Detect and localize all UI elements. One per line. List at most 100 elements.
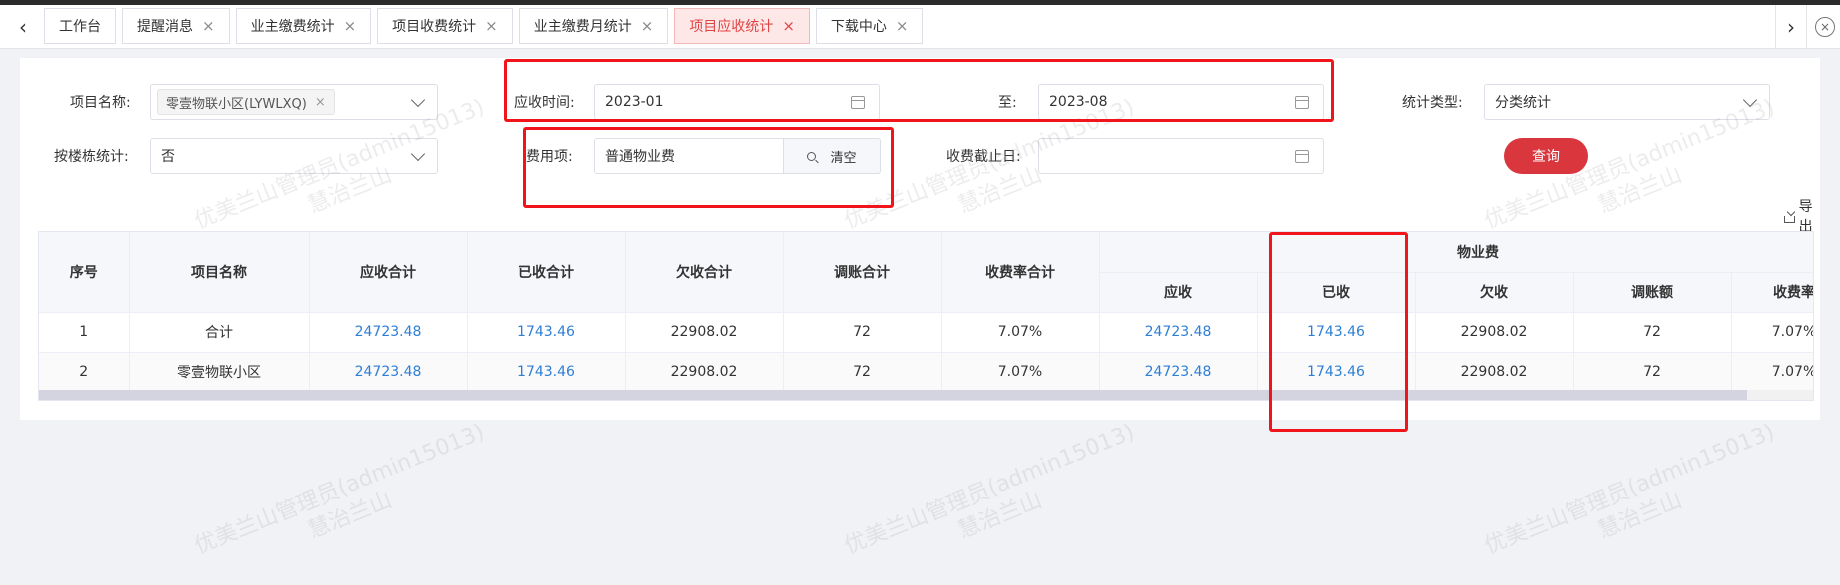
fee-item-picker: 普通物业费 清空 [594,138,881,174]
export-button[interactable]: 导出 [1784,196,1820,236]
tab-download-center[interactable]: 下载中心 × [815,8,924,44]
cell-arrears-total: 22908.02 [625,312,784,353]
close-icon[interactable]: × [641,17,654,35]
chevron-down-icon [410,92,426,107]
receivable-start-value: 2023-01 [605,94,664,110]
tab-reminder-messages[interactable]: 提醒消息 × [122,8,230,44]
header-rate-total: 收费率合计 [941,232,1100,313]
cell-received-total-link[interactable]: 1743.46 [467,312,626,353]
chevron-right-icon: › [1787,15,1795,39]
fee-item-clear-button[interactable]: 清空 [784,138,881,174]
tag-close-icon[interactable]: × [315,95,326,110]
cell-sub-receivable-link[interactable]: 24723.48 [1099,352,1258,393]
by-building-select[interactable]: 否 [150,138,438,174]
horizontal-scrollbar[interactable] [39,390,1813,400]
close-icon[interactable]: × [344,17,357,35]
tab-label: 项目收费统计 [392,19,477,35]
watermark-line2: 慧治兰山 [954,487,1046,544]
receivable-stats-table: 序号 项目名称 应收合计 已收合计 欠收合计 调账合计 收费率合计 物业费 应收… [38,231,1814,401]
header-sub-arrears: 欠收 [1415,272,1574,313]
tab-scroll-left-button[interactable]: ‹ [6,5,40,49]
receivable-start-date-input[interactable]: 2023-01 [594,84,880,120]
receivable-end-value: 2023-08 [1049,94,1108,110]
cell-sub-rate: 7.07% [1731,352,1813,393]
tab-label: 工作台 [59,19,101,35]
project-name-label: 项目名称: [70,95,131,111]
cell-receivable-total-link[interactable]: 24723.48 [309,312,468,353]
export-label: 导出 [1798,199,1813,235]
tab-scroll-right-button[interactable]: › [1775,5,1807,49]
tab-workbench[interactable]: 工作台 [44,8,116,44]
watermark: 优美兰山管理员(admin15013)慧治兰山 [841,419,1149,585]
cell-receivable-total-link[interactable]: 24723.48 [309,352,468,393]
chevron-left-icon: ‹ [19,15,27,39]
query-button[interactable]: 查询 [1504,138,1588,174]
receivable-end-date-input[interactable]: 2023-08 [1038,84,1324,120]
cell-sub-rate: 7.07% [1731,312,1813,353]
calendar-icon [1295,95,1309,109]
cell-sub-received-link[interactable]: 1743.46 [1257,312,1416,353]
query-label: 查询 [1532,149,1560,165]
cell-arrears-total: 22908.02 [625,352,784,393]
header-sub-received: 已收 [1257,272,1416,313]
watermark: 优美兰山管理员(admin15013)慧治兰山 [1481,419,1789,585]
tab-owner-payment-stats[interactable]: 业主缴费统计 × [235,8,372,44]
cell-rate-total: 7.07% [941,312,1100,353]
cell-received-total-link[interactable]: 1743.46 [467,352,626,393]
cell-sub-arrears: 22908.02 [1415,352,1574,393]
watermark-line2: 慧治兰山 [304,487,396,544]
header-adjust-total: 调账合计 [783,232,942,313]
stat-type-select[interactable]: 分类统计 [1484,84,1770,120]
close-all-tabs-button[interactable]: × [1815,17,1835,37]
content-panel: 项目名称: 零壹物联小区(LYWLXQ) × 应收时间: 2023-01 至: 2… [20,58,1820,420]
cell-sub-arrears: 22908.02 [1415,312,1574,353]
cell-seq: 1 [39,312,130,353]
close-icon[interactable]: × [202,17,215,35]
cell-rate-total: 7.07% [941,352,1100,393]
project-tag-label: 零壹物联小区(LYWLXQ) [166,96,307,112]
header-seq: 序号 [39,232,130,313]
watermark-line1: 优美兰山管理员(admin15013) [191,419,489,560]
header-project-name: 项目名称 [129,232,310,313]
chevron-down-icon [410,146,426,161]
cell-project-name: 合计 [129,312,310,353]
cell-sub-receivable-link[interactable]: 24723.48 [1099,312,1258,353]
deadline-label: 收费截止日: [946,149,1021,165]
search-icon [807,151,817,161]
header-receivable-total: 应收合计 [309,232,468,313]
table-row: 1 合计 24723.48 1743.46 22908.02 72 7.07% … [39,312,1813,353]
tab-owner-monthly-stats[interactable]: 业主缴费月统计 × [518,8,669,44]
tab-list: 工作台 提醒消息 × 业主缴费统计 × 项目收费统计 × 业主缴费月统计 × 项目应收统… [44,8,929,44]
deadline-date-input[interactable] [1038,138,1324,174]
header-arrears-total: 欠收合计 [625,232,784,313]
tab-label: 业主缴费月统计 [533,19,632,35]
calendar-icon [1295,149,1309,163]
tab-label: 下载中心 [830,19,887,35]
clear-label: 清空 [830,150,857,166]
close-circle-icon: × [1819,20,1831,34]
receivable-time-label: 应收时间: [514,95,575,111]
header-sub-adjust: 调账额 [1573,272,1732,313]
header-sub-receivable: 应收 [1099,272,1258,313]
cell-seq: 2 [39,352,130,393]
cell-sub-received-link[interactable]: 1743.46 [1257,352,1416,393]
fee-item-label: 费用项: [526,149,573,165]
table-row: 2 零壹物联小区 24723.48 1743.46 22908.02 72 7.… [39,352,1813,393]
watermark-line1: 优美兰山管理员(admin15013) [841,419,1139,560]
close-icon[interactable]: × [485,17,498,35]
tab-label: 业主缴费统计 [250,19,335,35]
tab-project-receivable-stats[interactable]: 项目应收统计 × [674,8,810,44]
scrollbar-thumb[interactable] [39,390,1747,400]
tab-bar: ‹ 工作台 提醒消息 × 业主缴费统计 × 项目收费统计 × 业主缴费月统计 × 项目应… [0,5,1840,49]
calendar-icon [851,95,865,109]
project-name-select[interactable]: 零壹物联小区(LYWLXQ) × [150,84,438,120]
close-icon[interactable]: × [782,17,795,35]
stat-type-label: 统计类型: [1402,95,1463,111]
tab-project-charge-stats[interactable]: 项目收费统计 × [377,8,513,44]
fee-item-input[interactable]: 普通物业费 [594,138,784,174]
tab-label: 项目应收统计 [689,19,774,35]
project-tag: 零壹物联小区(LYWLXQ) × [157,89,335,115]
close-icon[interactable]: × [896,17,909,35]
cell-project-name: 零壹物联小区 [129,352,310,393]
tab-label: 提醒消息 [137,19,193,35]
